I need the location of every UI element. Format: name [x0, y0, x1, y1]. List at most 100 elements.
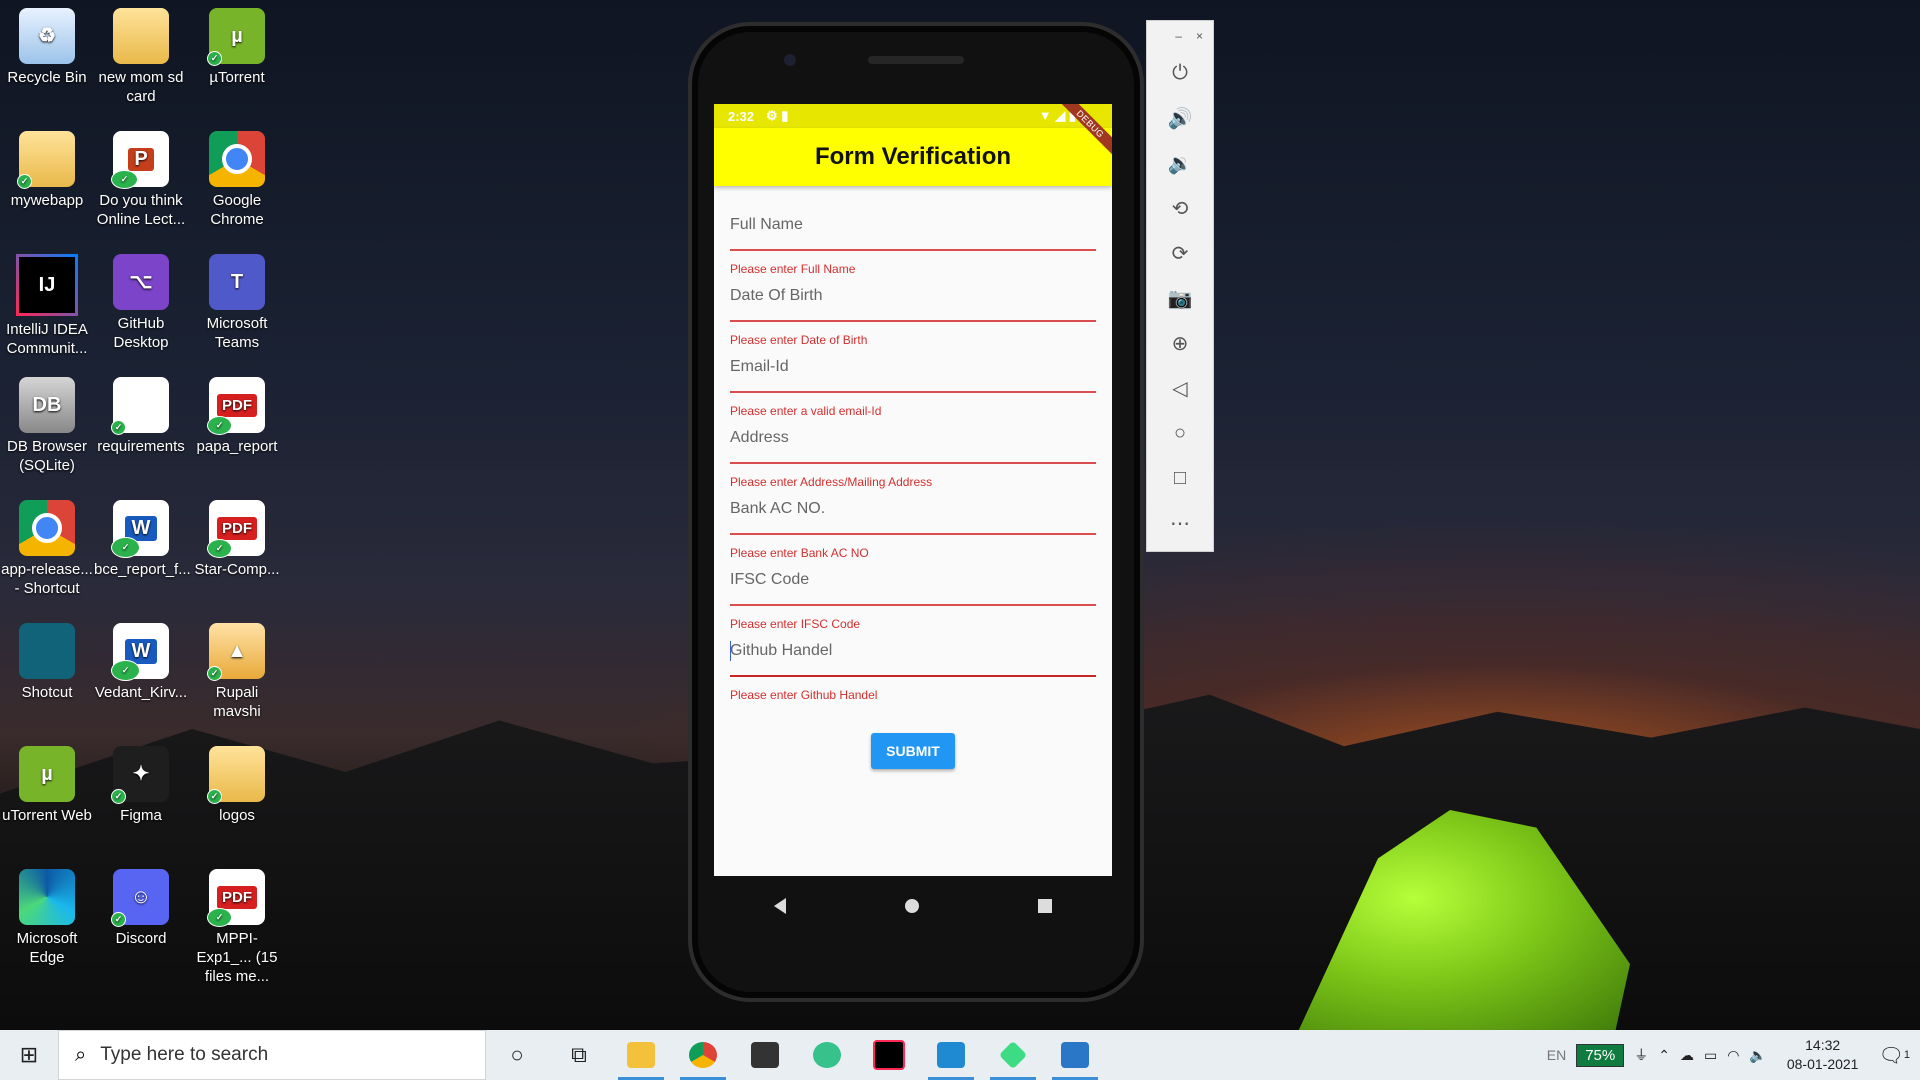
- volume-down-icon[interactable]: 🔉: [1147, 141, 1213, 186]
- desktop-icon-github-desktop[interactable]: ⌥ GitHub Desktop: [94, 246, 188, 352]
- date-of-birth-field[interactable]: Date Of Birth Please enter Date of Birth: [730, 267, 1096, 347]
- onedrive-icon[interactable]: ☁: [1680, 1047, 1694, 1064]
- desktop-icon-mppi-exp1[interactable]: PDF ✓ MPPI-Exp1_... (15 files me...: [190, 861, 284, 986]
- desktop-icon-edge[interactable]: Microsoft Edge: [0, 861, 94, 967]
- power-icon[interactable]: ⏻: [1147, 51, 1213, 96]
- document-icon: ✓: [111, 377, 169, 435]
- front-camera: [784, 54, 796, 66]
- chrome-taskbar-icon[interactable]: [672, 1030, 734, 1080]
- cortana-icon[interactable]: ○: [486, 1030, 548, 1080]
- task-view-icon[interactable]: ⧉: [548, 1030, 610, 1080]
- status-time: 2:32: [728, 108, 755, 124]
- wifi-icon[interactable]: ◠: [1727, 1047, 1739, 1064]
- clock[interactable]: 14:32 08-01-2021: [1787, 1036, 1859, 1074]
- phone-screen[interactable]: 2:32 ⚙ ▮ ▼ ◢ ▮ DEBUG Form Verification F…: [714, 104, 1112, 876]
- chevron-up-icon[interactable]: ⌃: [1658, 1047, 1670, 1064]
- desktop-icon-label: µTorrent: [209, 69, 265, 86]
- volume-up-icon[interactable]: 🔊: [1147, 96, 1213, 141]
- zoom-icon[interactable]: ⊕: [1147, 321, 1213, 366]
- address-field[interactable]: Address Please enter Address/Mailing Add…: [730, 409, 1096, 489]
- field-underline: [730, 320, 1096, 322]
- desktop-icon-intellij[interactable]: IJ IntelliJ IDEA Communit...: [0, 246, 94, 358]
- desktop-icon-utorrent[interactable]: µ ✓ µTorrent: [190, 0, 284, 87]
- speaker-icon[interactable]: 🔈: [1749, 1047, 1766, 1064]
- taskbar-search-box[interactable]: ⌕ Type here to search: [58, 1030, 486, 1080]
- desktop-icon-vedant[interactable]: W ✓ Vedant_Kirv...: [94, 615, 188, 702]
- desktop-icon-bce-report[interactable]: W ✓ bce_report_f...: [94, 492, 191, 579]
- word-icon: W ✓: [111, 500, 169, 558]
- language-indicator[interactable]: EN: [1547, 1047, 1566, 1063]
- home-icon[interactable]: ○: [1147, 411, 1213, 456]
- desktop-icon-app-release[interactable]: app-release... - Shortcut: [0, 492, 94, 598]
- email-field[interactable]: Email-Id Please enter a valid email-Id: [730, 338, 1096, 418]
- desktop-icon-label: papa_report: [196, 438, 278, 455]
- github-handle-field[interactable]: Github Handel Please enter Github Handel: [730, 622, 1096, 702]
- desktop-icon-rupali-mavshi[interactable]: ▲ ✓ Rupali mavshi: [190, 615, 284, 721]
- folder-icon: ✓: [17, 131, 75, 189]
- notification-center-icon[interactable]: 🗨: [1878, 1043, 1903, 1068]
- vscode-icon[interactable]: [920, 1030, 982, 1080]
- teams-icon: T: [209, 254, 265, 310]
- overview-icon[interactable]: □: [1147, 456, 1213, 501]
- desktop-icon-figma[interactable]: ✦ ✓ Figma: [94, 738, 188, 825]
- desktop-icon-label: Rupali mavshi: [213, 684, 261, 720]
- submit-button[interactable]: SUBMIT: [871, 733, 955, 769]
- desktop-icon-label: Figma: [120, 807, 162, 824]
- utorrent-icon: µ: [19, 746, 75, 802]
- home-circle-icon[interactable]: [904, 899, 919, 913]
- desktop-icon-mywebapp[interactable]: ✓ mywebapp: [0, 123, 94, 210]
- desktop-icon-db-browser[interactable]: DB DB Browser (SQLite): [0, 369, 94, 475]
- microsoft-store-icon[interactable]: [734, 1030, 796, 1080]
- bank-account-field[interactable]: Bank AC NO. Please enter Bank AC NO: [730, 480, 1096, 560]
- ifsc-code-field[interactable]: IFSC Code Please enter IFSC Code: [730, 551, 1096, 631]
- pdf-icon: PDF ✓: [207, 869, 265, 927]
- minimize-icon[interactable]: –: [1175, 29, 1182, 51]
- desktop-icon-star-comp[interactable]: PDF ✓ Star-Comp...: [190, 492, 284, 579]
- notification-count: 1: [1903, 1049, 1910, 1061]
- windows-start-icon[interactable]: ⊞: [0, 1030, 58, 1080]
- atom-icon[interactable]: [796, 1030, 858, 1080]
- utorrent-icon: µ ✓: [207, 8, 265, 66]
- more-icon[interactable]: ⋯: [1147, 501, 1213, 546]
- battery-percentage[interactable]: 75%: [1576, 1043, 1625, 1067]
- desktop-icon-recycle-bin[interactable]: ♻ Recycle Bin: [0, 0, 94, 87]
- field-label: Full Name: [730, 216, 803, 233]
- file-explorer-icon[interactable]: [610, 1030, 672, 1080]
- github-icon: ⌥: [113, 254, 169, 310]
- back-triangle-icon[interactable]: [773, 898, 786, 914]
- emulator-toolbar: – × ⏻ 🔊 🔉 ⟲ ⟳ 📷 ⊕ ◁ ○ □ ⋯: [1146, 20, 1214, 552]
- word-icon: W ✓: [111, 623, 169, 681]
- full-name-field[interactable]: Full Name Please enter Full Name: [730, 196, 1096, 276]
- desktop-icon-discord[interactable]: ☺ ✓ Discord: [94, 861, 188, 948]
- desktop-icon-label: Star-Comp...: [194, 561, 280, 578]
- desktop-icon-google-chrome[interactable]: Google Chrome: [190, 123, 284, 229]
- desktop-icon-teams[interactable]: T Microsoft Teams: [190, 246, 284, 352]
- desktop-icon-powerpoint[interactable]: P ✓ Do you think Online Lect...: [94, 123, 188, 229]
- desktop-icon-requirements[interactable]: ✓ requirements: [94, 369, 188, 456]
- power-plug-icon[interactable]: ⏚: [1634, 1045, 1648, 1065]
- recents-square-icon[interactable]: [1038, 899, 1053, 913]
- desktop-icon-new-mom-sd-card[interactable]: new mom sd card: [94, 0, 188, 106]
- desktop-icon-shotcut[interactable]: Shotcut: [0, 615, 94, 702]
- close-icon[interactable]: ×: [1196, 29, 1203, 51]
- rotate-left-icon[interactable]: ⟲: [1147, 186, 1213, 231]
- desktop-icon-label: uTorrent Web: [2, 807, 92, 824]
- desktop-icon-utorrent-web[interactable]: µ uTorrent Web: [0, 738, 94, 825]
- android-studio-icon[interactable]: [982, 1030, 1044, 1080]
- rotate-right-icon[interactable]: ⟳: [1147, 231, 1213, 276]
- intellij-taskbar-icon[interactable]: [858, 1030, 920, 1080]
- photos-icon[interactable]: [1044, 1030, 1106, 1080]
- clock-time: 14:32: [1805, 1037, 1841, 1053]
- android-emulator-phone: 2:32 ⚙ ▮ ▼ ◢ ▮ DEBUG Form Verification F…: [688, 22, 1144, 1002]
- figma-icon: ✦ ✓: [111, 746, 169, 804]
- camera-icon[interactable]: 📷: [1147, 276, 1213, 321]
- desktop-icon-papa-report[interactable]: PDF ✓ papa_report: [190, 369, 284, 456]
- battery-icon[interactable]: ▭: [1704, 1047, 1717, 1064]
- pdf-icon: PDF ✓: [207, 377, 265, 435]
- desktop-icon-logos[interactable]: ✓ logos: [190, 738, 284, 825]
- back-icon[interactable]: ◁: [1147, 366, 1213, 411]
- field-underline: [730, 675, 1096, 677]
- desktop-icon-label: mywebapp: [10, 192, 84, 209]
- windows-taskbar: ⊞ ⌕ Type here to search ○ ⧉ EN 75% ⏚ ⌃ ☁…: [0, 1030, 1920, 1080]
- powerpoint-icon: P ✓: [111, 131, 169, 189]
